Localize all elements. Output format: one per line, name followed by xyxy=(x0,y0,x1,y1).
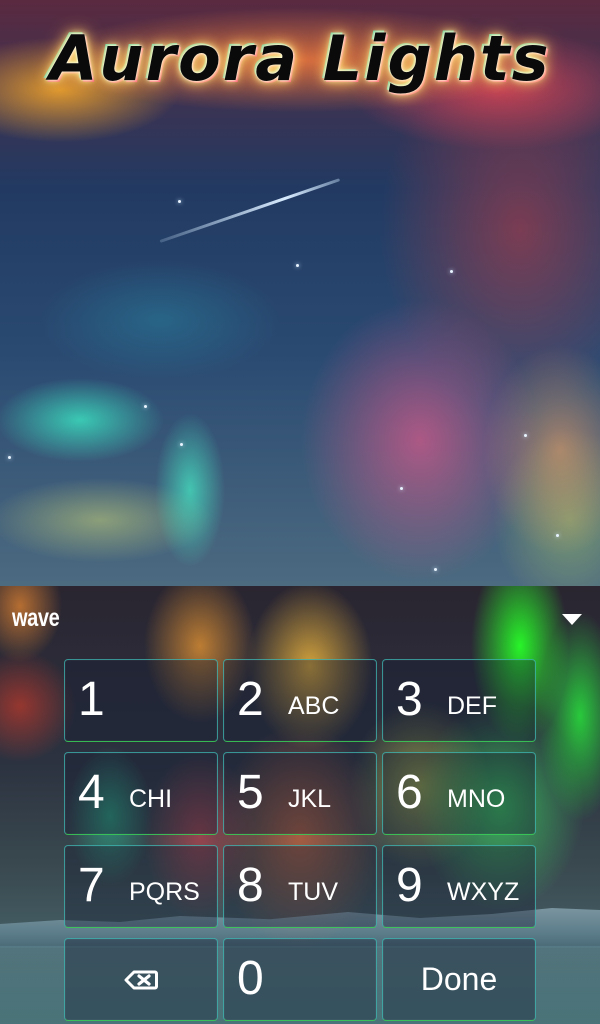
key-7[interactable]: 7 PQRS xyxy=(64,845,218,928)
done-button[interactable]: Done xyxy=(382,938,536,1021)
star xyxy=(144,405,147,408)
shooting-star xyxy=(159,178,341,243)
key-letters: JKL xyxy=(288,785,332,813)
theme-preview: Aurora Lights xyxy=(0,0,600,586)
star xyxy=(296,264,299,267)
key-2[interactable]: 2 ABC xyxy=(223,659,377,742)
star xyxy=(178,200,181,203)
keypad-grid: 1 2 ABC 3 DEF 4 CHI 5 JKL 6 MNO 7 PQRS 8 xyxy=(64,659,536,1021)
key-letters: DEF xyxy=(447,692,497,720)
key-digit: 6 xyxy=(396,766,423,819)
key-digit: 9 xyxy=(396,859,423,912)
key-letters: ABC xyxy=(288,692,340,720)
done-label: Done xyxy=(420,961,498,997)
key-digit: 3 xyxy=(396,673,423,726)
key-digit: 2 xyxy=(237,673,264,726)
key-5[interactable]: 5 JKL xyxy=(223,752,377,835)
key-digit: 8 xyxy=(237,859,264,912)
key-letters: WXYZ xyxy=(447,878,520,906)
star xyxy=(8,456,11,459)
star xyxy=(434,568,437,571)
chevron-down-icon[interactable] xyxy=(562,614,582,625)
key-8[interactable]: 8 TUV xyxy=(223,845,377,928)
key-6[interactable]: 6 MNO xyxy=(382,752,536,835)
key-letters: MNO xyxy=(447,785,506,813)
key-letters: TUV xyxy=(288,878,338,906)
star xyxy=(180,443,183,446)
wave-logo: wave xyxy=(12,604,60,632)
star xyxy=(450,270,453,273)
dialpad-keyboard: wave 1 2 ABC 3 DEF 4 CHI 5 JKL 6 MNO 7 P… xyxy=(0,586,600,1024)
key-4[interactable]: 4 CHI xyxy=(64,752,218,835)
theme-title: Aurora Lights xyxy=(49,22,551,95)
keyboard-header: wave xyxy=(0,586,600,650)
key-digit: 4 xyxy=(78,766,105,819)
key-1[interactable]: 1 xyxy=(64,659,218,742)
backspace-key[interactable] xyxy=(64,938,218,1021)
key-0[interactable]: 0 xyxy=(223,938,377,1021)
key-letters: CHI xyxy=(129,785,173,813)
key-letters: PQRS xyxy=(129,878,200,906)
key-digit: 1 xyxy=(78,673,105,726)
key-digit: 7 xyxy=(78,859,105,912)
backspace-icon xyxy=(124,970,158,989)
star xyxy=(556,534,559,537)
key-3[interactable]: 3 DEF xyxy=(382,659,536,742)
star xyxy=(524,434,527,437)
key-9[interactable]: 9 WXYZ xyxy=(382,845,536,928)
star xyxy=(400,487,403,490)
key-digit: 0 xyxy=(237,952,264,1005)
key-digit: 5 xyxy=(237,766,264,819)
